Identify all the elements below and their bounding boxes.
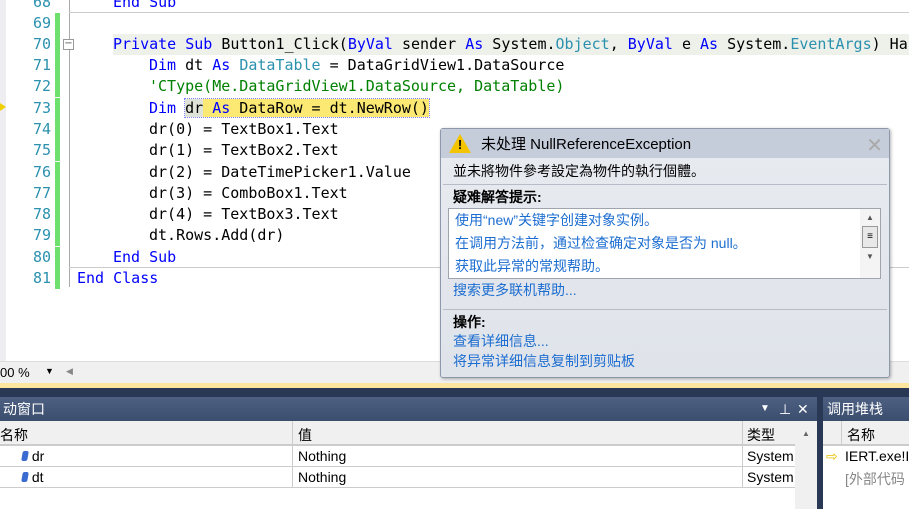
- chevron-down-icon[interactable]: ▼: [45, 366, 54, 376]
- close-icon[interactable]: ✕: [797, 397, 809, 421]
- callstack-title: 调用堆栈: [823, 397, 909, 421]
- tips-scrollbar[interactable]: ▲ ≡ ▼: [860, 209, 880, 278]
- line-number: 80: [32, 248, 51, 266]
- code-text: dr(4) = TextBox3.Text: [149, 205, 339, 223]
- view-detail-link[interactable]: 查看详细信息...: [441, 331, 889, 351]
- type-cell: System: [747, 469, 794, 485]
- tip-link[interactable]: 使用“new”关键字创建对象实例。: [449, 209, 880, 232]
- stack-frame[interactable]: [外部代码: [823, 467, 909, 488]
- column-name[interactable]: 名称: [0, 425, 28, 445]
- line-number: 75: [32, 141, 51, 159]
- callstack-window: 调用堆栈 名称 ⇨ IERT.exe!I [外部代码: [823, 397, 909, 509]
- variable-icon: [21, 451, 29, 461]
- copy-detail-link[interactable]: 将异常详细信息复制到剪贴板: [441, 351, 889, 371]
- type-cell: System: [747, 448, 794, 464]
- line-number: 81: [32, 269, 51, 287]
- exception-header: ! 未处理 NullReferenceException ✕: [441, 129, 889, 158]
- line-number: 74: [32, 120, 51, 138]
- zoom-level[interactable]: 00 %: [0, 365, 30, 380]
- stack-frame[interactable]: ⇨ IERT.exe!I: [823, 446, 909, 467]
- vertical-scrollbar[interactable]: ▲: [795, 421, 817, 509]
- line-number: 77: [32, 184, 51, 202]
- line-number: 73: [32, 99, 51, 117]
- autos-window: 动窗口 ▼ ⊥ ✕ 名称 值 类型 dr Nothing System dt Noth…: [0, 397, 817, 509]
- code-text: dr(3) = ComboBox1.Text: [149, 184, 348, 202]
- current-frame-arrow-icon: ⇨: [826, 448, 838, 464]
- code-text: End Class: [77, 269, 159, 287]
- collapse-icon[interactable]: −: [63, 39, 74, 50]
- code-line: 71 Dim dt As DataTable = DataGridView1.Da…: [0, 55, 909, 76]
- line-number: 78: [32, 205, 51, 223]
- value-cell: Nothing: [298, 448, 347, 464]
- close-icon[interactable]: ✕: [866, 133, 883, 158]
- code-line: 72 'CType(Me.DataGridView1.DataSource, Da…: [0, 76, 909, 97]
- column-name[interactable]: 名称: [847, 425, 875, 445]
- actions-heading: 操作:: [453, 314, 486, 330]
- code-text: End Sub: [113, 0, 177, 11]
- column-header: 名称 值 类型: [0, 421, 817, 446]
- search-help-link[interactable]: 搜索更多联机帮助...: [441, 280, 889, 300]
- line-number: 76: [32, 163, 51, 181]
- line-number: 71: [32, 56, 51, 74]
- tip-link[interactable]: 在调用方法前，通过检查确定对象是否为 null。: [449, 232, 880, 255]
- exception-title: 未处理 NullReferenceException: [481, 136, 692, 153]
- code-text: dr(1) = TextBox2.Text: [149, 141, 339, 159]
- line-number: 68: [32, 0, 51, 11]
- tip-link[interactable]: 获取此异常的常规帮助。: [449, 255, 880, 278]
- column-value[interactable]: 值: [298, 425, 312, 445]
- code-text: dr(2) = DateTimePicker1.Value: [149, 163, 411, 181]
- code-text: dt.Rows.Add(dr): [149, 226, 285, 244]
- pin-icon[interactable]: ⊥: [779, 397, 791, 421]
- line-number: 70: [32, 35, 51, 53]
- autos-title: 动窗口: [3, 401, 45, 417]
- line-number: 79: [32, 226, 51, 244]
- scroll-left-icon[interactable]: ◀: [66, 366, 73, 377]
- comment-text: 'CType(Me.DataGridView1.DataSource, Data…: [149, 77, 565, 95]
- exception-message: 並未將物件參考設定為物件的執行個體。: [453, 163, 705, 179]
- code-line: 70− Private Sub Button1_Click(ByVal sende…: [0, 34, 909, 55]
- variable-icon: [21, 472, 29, 482]
- code-line: 68 End Sub: [0, 0, 909, 13]
- exception-assistant: ! 未处理 NullReferenceException ✕ 並未將物件參考設定為物…: [440, 128, 890, 378]
- code-text: End Sub: [113, 248, 177, 266]
- table-row[interactable]: dr Nothing System: [0, 446, 817, 467]
- warning-icon: !: [449, 134, 471, 153]
- tips-list: 使用“new”关键字创建对象实例。 在调用方法前，通过检查确定对象是否为 nul…: [448, 208, 881, 279]
- code-line-current: 73 Dim dr As DataRow = dt.NewRow(): [0, 98, 909, 119]
- table-row[interactable]: dt Nothing System: [0, 467, 817, 488]
- line-number: 69: [32, 14, 51, 32]
- chevron-down-icon[interactable]: ▼: [760, 397, 770, 421]
- debug-dock: 动窗口 ▼ ⊥ ✕ 名称 值 类型 dr Nothing System dt Noth…: [0, 388, 909, 509]
- line-number: 72: [32, 77, 51, 95]
- column-type[interactable]: 类型: [747, 425, 775, 445]
- code-text: dr(0) = TextBox1.Text: [149, 120, 339, 138]
- value-cell: Nothing: [298, 469, 347, 485]
- tips-heading: 疑难解答提示:: [453, 189, 542, 205]
- code-line: 69: [0, 13, 909, 34]
